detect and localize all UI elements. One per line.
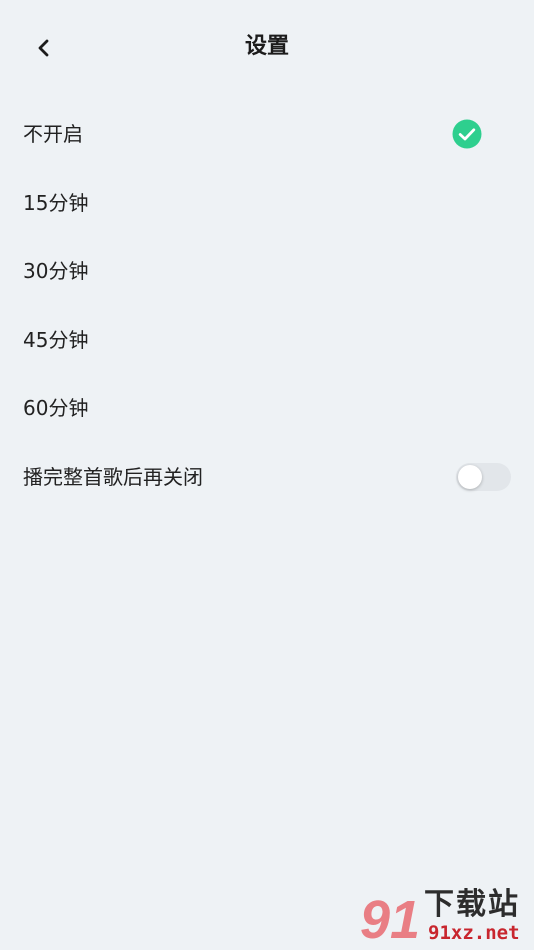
check-circle-icon [452,119,482,149]
option-60-minutes[interactable]: 60分钟 [0,374,534,443]
option-label: 45分钟 [23,327,89,352]
toggle-knob [458,464,482,489]
page-title: 设置 [244,34,289,59]
option-label: 30分钟 [23,259,89,284]
timer-options-list: 不开启 15分钟 30分钟 45分钟 60分钟 播完整首歌后再关闭 [0,100,534,511]
finish-song-row: 播完整首歌后再关闭 [0,443,534,512]
option-45-minutes[interactable]: 45分钟 [0,306,534,375]
option-label: 60分钟 [23,396,89,421]
option-30-minutes[interactable]: 30分钟 [0,237,534,306]
option-off[interactable]: 不开启 [0,100,534,169]
option-label: 15分钟 [23,190,89,215]
option-label: 不开启 [23,122,83,147]
finish-song-toggle[interactable] [456,462,511,491]
watermark-url: 91xz.net [428,922,520,944]
finish-song-label: 播完整首歌后再关闭 [23,464,203,489]
header-bar: 设置 [0,0,534,96]
watermark-logo: 91 [360,890,420,946]
option-15-minutes[interactable]: 15分钟 [0,169,534,238]
svg-text:91: 91 [360,890,420,946]
watermark-title: 下载站 [424,887,520,922]
site-watermark: 91 下载站 91xz.net [360,888,530,948]
